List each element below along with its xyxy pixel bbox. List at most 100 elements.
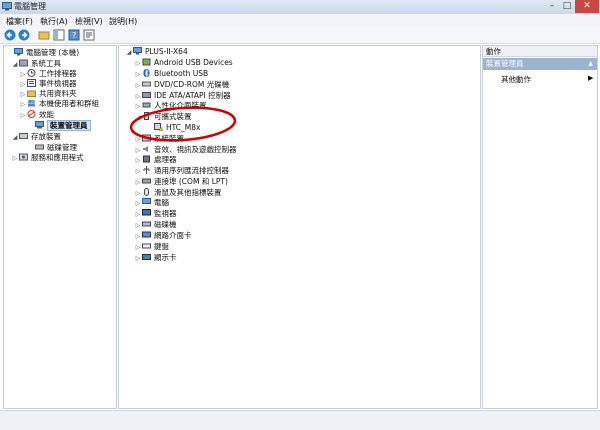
tree-item-label-selected: 裝置管理員: [47, 120, 91, 131]
tree-item-dvd-cdrom[interactable]: ▷ DVD/CD-ROM 光碟機: [134, 80, 230, 91]
maximize-button[interactable]: □: [560, 0, 574, 13]
expand-arrow[interactable]: ▷: [134, 243, 142, 253]
tree-item-computer-root[interactable]: ◢ PLUS-II-X64: [125, 47, 188, 57]
menu-view[interactable]: 檢視(V): [75, 16, 103, 27]
device-tree: ◢ PLUS-II-X64 ▷ Android USB Devices ▷ Bluet…: [118, 45, 481, 409]
tree-item-label: 磁碟機: [154, 220, 177, 229]
tree-item-mouse[interactable]: ▷ 滑鼠及其他指標裝置: [134, 188, 222, 198]
collapse-arrow[interactable]: ◢: [11, 133, 19, 143]
tree-item-performance[interactable]: ▷ 效能: [19, 110, 54, 120]
tree-item-label: 監視器: [154, 209, 177, 218]
tree-item-event-viewer[interactable]: ▷ 事件檢視器: [19, 79, 77, 89]
tree-item-system-tools[interactable]: ◢ 系統工具: [11, 59, 61, 69]
tree-item-bluetooth-usb[interactable]: ▷ Bluetooth USB: [134, 69, 208, 79]
tree-item-computer[interactable]: ▷ 電腦: [134, 198, 169, 208]
tree-item-label: 存放裝置: [31, 132, 61, 141]
tree-item-label: 通用序列匯流排控制器: [154, 166, 229, 175]
tree-item-local-users-groups[interactable]: ▷ 本機使用者和群組: [19, 99, 99, 109]
collapse-arrow[interactable]: ◢: [125, 48, 133, 58]
title-bar: 電腦管理 – □ ✕: [0, 0, 600, 15]
expand-arrow[interactable]: ▷: [134, 254, 142, 264]
expand-arrow[interactable]: ▷: [134, 167, 142, 177]
tree-item-sound-video[interactable]: ▷ 音效、視訊及遊戲控制器: [134, 145, 237, 155]
red-annotation-circle: [129, 106, 237, 142]
tree-item-monitors[interactable]: ▷ 監視器: [134, 209, 177, 219]
more-actions-label: 其他動作: [501, 75, 531, 84]
up-folder-icon[interactable]: [38, 29, 50, 41]
storage-icon: [19, 133, 28, 139]
usb-icon: [143, 166, 150, 174]
expand-arrow[interactable]: ▷: [134, 210, 142, 220]
svg-text:?: ?: [72, 31, 76, 40]
back-icon[interactable]: [4, 29, 16, 41]
expand-arrow[interactable]: ▷: [134, 178, 142, 188]
tree-item-network-adapters[interactable]: ▷ 網路介面卡: [134, 231, 192, 241]
show-tree-icon[interactable]: [53, 29, 65, 41]
tree-item-task-scheduler[interactable]: ▷ 工作排程器: [19, 69, 77, 79]
dvd-icon: [142, 81, 151, 87]
ide-icon: [142, 92, 151, 98]
computer-management-icon: [14, 48, 23, 56]
minimize-button[interactable]: –: [545, 0, 559, 13]
tree-item-label: 磁碟管理: [47, 143, 77, 152]
expand-arrow[interactable]: ▷: [134, 59, 142, 69]
more-actions-item[interactable]: 其他動作: [501, 74, 531, 85]
expand-arrow[interactable]: ▷: [134, 199, 142, 209]
help-icon[interactable]: ?: [68, 29, 80, 41]
tree-item-label: 本機使用者和群組: [39, 99, 99, 108]
tree-item-device-manager[interactable]: 裝置管理員: [27, 120, 91, 131]
tree-item-label: 電腦管理 (本機): [26, 48, 80, 57]
monitor-icon: [142, 209, 151, 216]
expand-arrow[interactable]: ▷: [19, 100, 27, 110]
tree-item-label: 連接埠 (COM 和 LPT): [154, 177, 228, 186]
tree-item-label: Bluetooth USB: [154, 69, 209, 78]
expand-arrow[interactable]: ▷: [134, 70, 142, 80]
tree-item-android-usb[interactable]: ▷ Android USB Devices: [134, 58, 233, 68]
menu-action[interactable]: 執行(A): [40, 16, 68, 27]
tree-item-disk-drives[interactable]: ▷ 磁碟機: [134, 220, 177, 230]
expand-arrow[interactable]: ▷: [134, 156, 142, 166]
tree-item-label: 鍵盤: [154, 242, 169, 251]
sound-icon: [143, 146, 148, 152]
performance-icon: [27, 110, 36, 118]
tree-item-label: 系統工具: [31, 59, 61, 68]
tree-item-services-apps[interactable]: ▷ 服務和應用程式: [11, 153, 84, 163]
window-title: 電腦管理: [14, 2, 46, 11]
services-icon: [19, 153, 28, 161]
menu-help[interactable]: 說明(H): [109, 16, 137, 27]
display-adapter-icon: [142, 254, 151, 260]
tree-item-keyboards[interactable]: ▷ 鍵盤: [134, 242, 169, 252]
tools-icon: [19, 59, 28, 67]
tree-item-display-adapters[interactable]: ▷ 顯示卡: [134, 253, 177, 263]
close-button[interactable]: ✕: [575, 0, 599, 13]
actions-section-device-manager[interactable]: 裝置管理員 ▲: [483, 58, 597, 70]
tree-item-label: 滑鼠及其他指標裝置: [154, 188, 222, 197]
tree-item-label: 共用資料夾: [39, 89, 77, 98]
tree-item-ports[interactable]: ▷ 連接埠 (COM 和 LPT): [134, 177, 228, 187]
collapse-arrow[interactable]: ◢: [11, 60, 19, 70]
network-icon: [142, 231, 151, 238]
expand-arrow[interactable]: ▷: [11, 154, 19, 164]
expand-arrow[interactable]: ▷: [134, 232, 142, 242]
disk-icon: [35, 144, 44, 150]
tree-item-disk-management[interactable]: 磁碟管理: [27, 143, 77, 153]
tree-item-label: 工作排程器: [39, 69, 77, 78]
tree-item-storage[interactable]: ◢ 存放裝置: [11, 132, 61, 142]
collapse-caret-icon[interactable]: ▲: [588, 58, 593, 70]
tree-item-computer-management[interactable]: 電腦管理 (本機): [6, 48, 79, 58]
properties-icon[interactable]: [83, 29, 95, 41]
tree-item-label: 效能: [39, 110, 54, 119]
menu-file[interactable]: 檔案(F): [6, 16, 33, 27]
tree-item-processors[interactable]: ▷ 處理器: [134, 155, 177, 165]
folder-icon: [27, 90, 36, 97]
submenu-arrow-icon[interactable]: ▶: [588, 74, 593, 82]
expand-arrow[interactable]: ▷: [134, 81, 142, 91]
tree-item-shared-folders[interactable]: ▷ 共用資料夾: [19, 89, 77, 99]
tree-item-usb-controllers[interactable]: ▷ 通用序列匯流排控制器: [134, 166, 229, 176]
computer-management-window: 電腦管理 – □ ✕ 檔案(F) 執行(A) 檢視(V) 說明(H) ? 電腦管…: [0, 0, 600, 430]
expand-arrow[interactable]: ▷: [19, 111, 27, 121]
users-icon: [28, 99, 36, 107]
forward-icon[interactable]: [18, 29, 30, 41]
expand-arrow[interactable]: ▷: [134, 221, 142, 231]
tree-item-ide-controller[interactable]: ▷ IDE ATA/ATAPI 控制器: [134, 91, 231, 101]
